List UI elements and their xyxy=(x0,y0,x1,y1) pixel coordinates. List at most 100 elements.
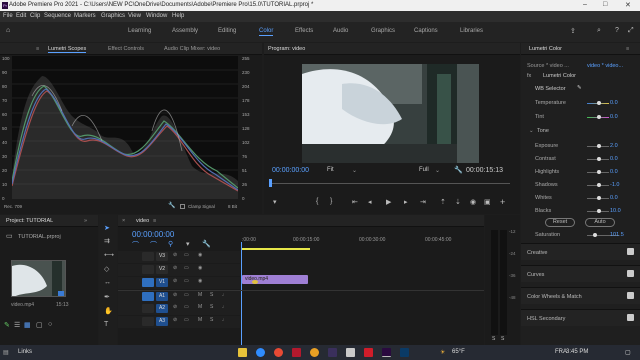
tab-sequence[interactable]: video xyxy=(136,218,149,224)
search-icon[interactable]: ⌕ xyxy=(597,27,601,35)
tab-project[interactable]: Project: TUTORIAL xyxy=(6,218,53,224)
ripple-edit-tool-icon[interactable]: ⟷ xyxy=(104,251,114,259)
workspace-editing[interactable]: Editing xyxy=(218,28,236,34)
bit-depth-select[interactable]: 8 Bit xyxy=(228,204,237,209)
solo-button[interactable]: S xyxy=(210,292,213,298)
export-frame-icon[interactable]: ◉ xyxy=(470,198,476,206)
curves-checkbox[interactable] xyxy=(627,270,634,277)
menu-graphics[interactable]: Graphics xyxy=(101,13,125,19)
wb-temperature-value[interactable]: 0.0 xyxy=(610,100,618,106)
folder-icon[interactable]: ▤ xyxy=(3,349,9,356)
source-select[interactable]: Source * video ... xyxy=(527,63,569,69)
workspace-effects[interactable]: Effects xyxy=(295,28,313,34)
sync-icon[interactable]: ▭ xyxy=(184,265,189,271)
list-view-icon[interactable]: ☰ xyxy=(14,321,20,329)
lock-icon[interactable]: ⊘ xyxy=(173,278,177,284)
step-forward-icon[interactable]: ▸ xyxy=(404,198,408,206)
tab-effect-controls[interactable]: Effect Controls xyxy=(108,46,144,52)
app-icon[interactable] xyxy=(400,348,409,357)
nest-icon[interactable]: ⌒ xyxy=(150,240,157,250)
freeform-view-icon[interactable]: ▢ xyxy=(36,321,43,329)
creative-checkbox[interactable] xyxy=(627,248,634,255)
type-tool-icon[interactable]: T xyxy=(104,321,108,328)
sequence-select[interactable]: video * video... xyxy=(587,63,623,69)
menu-file[interactable]: File xyxy=(3,13,13,19)
zoom-slider-icon[interactable]: ○ xyxy=(48,321,52,328)
pencil-icon[interactable]: ✎ xyxy=(4,321,10,329)
slip-tool-icon[interactable]: ↔ xyxy=(104,279,111,286)
tab-lumetri-color[interactable]: Lumetri Color xyxy=(529,46,562,52)
maximize-icon[interactable]: □ xyxy=(603,1,607,8)
selection-tool-icon[interactable]: ➤ xyxy=(104,224,110,232)
tone-shadows-value[interactable]: -1.0 xyxy=(610,182,619,188)
close-sequence-icon[interactable]: × xyxy=(122,218,125,224)
solo-button[interactable]: S xyxy=(210,304,213,310)
lock-icon[interactable]: ⊘ xyxy=(173,317,177,323)
section-hsl-secondary[interactable]: HSL Secondary xyxy=(521,309,640,326)
eye-icon[interactable]: ◉ xyxy=(198,265,202,271)
fit-select[interactable]: Fit xyxy=(327,167,334,173)
color-wheels-checkbox[interactable] xyxy=(627,292,634,299)
premiere-taskbar-icon[interactable] xyxy=(382,348,391,357)
menu-help[interactable]: Help xyxy=(172,13,184,19)
workspace-graphics[interactable]: Graphics xyxy=(371,28,395,34)
wrench-icon[interactable]: 🔧 xyxy=(168,202,175,209)
lock-icon[interactable]: ⊘ xyxy=(173,292,177,298)
go-to-in-icon[interactable]: ⇤ xyxy=(352,198,358,206)
track-target[interactable] xyxy=(142,292,154,301)
menu-markers[interactable]: Markers xyxy=(74,13,96,19)
notification-icon[interactable]: ▢ xyxy=(625,349,631,356)
program-timecode[interactable]: 00:00:00:00 xyxy=(272,167,309,174)
tone-chevron-icon[interactable]: ⌄ xyxy=(529,128,534,134)
snap-icon[interactable]: ⌒ xyxy=(132,240,139,250)
mute-button[interactable]: M xyxy=(198,292,202,298)
solo-left[interactable]: S xyxy=(492,336,495,342)
extract-icon[interactable]: ⇣ xyxy=(455,198,461,206)
tone-whites-value[interactable]: 0.0 xyxy=(610,195,618,201)
compare-view-icon[interactable]: ▣ xyxy=(484,198,491,206)
menu-clip[interactable]: Clip xyxy=(30,13,40,19)
menu-window[interactable]: Window xyxy=(146,13,167,19)
timeline-settings-icon[interactable]: 🔧 xyxy=(202,240,211,248)
add-marker-icon[interactable]: ▾ xyxy=(186,240,190,248)
tab-program[interactable]: Program: video xyxy=(268,46,305,52)
hand-tool-icon[interactable]: ✋ xyxy=(104,307,113,315)
reset-button[interactable]: Reset xyxy=(545,218,575,227)
sync-icon[interactable]: ▭ xyxy=(184,304,189,310)
clamp-signal-checkbox[interactable] xyxy=(180,204,185,209)
timeline-timecode[interactable]: 00:00:00:00 xyxy=(132,230,174,239)
slider-knob[interactable] xyxy=(597,144,601,148)
solo-button[interactable]: S xyxy=(210,317,213,323)
voice-icon[interactable]: ♩ xyxy=(222,292,227,298)
eyedropper-icon[interactable]: ✎ xyxy=(577,85,582,91)
chrome-icon[interactable] xyxy=(310,348,319,357)
voice-icon[interactable]: ♩ xyxy=(222,304,227,310)
tone-highlights-value[interactable]: 0.0 xyxy=(610,169,618,175)
razor-tool-icon[interactable]: ◇ xyxy=(104,265,109,273)
go-to-out-icon[interactable]: ⇥ xyxy=(420,198,426,206)
icon-view-icon[interactable]: ▦ xyxy=(24,321,31,329)
slider-knob[interactable] xyxy=(597,209,601,213)
menu-edit[interactable]: Edit xyxy=(16,13,26,19)
tab-audio-clip-mixer[interactable]: Audio Clip Mixer: video xyxy=(164,46,220,52)
workspace-libraries[interactable]: Libraries xyxy=(460,28,483,34)
quality-chevron-icon[interactable]: ⌄ xyxy=(435,167,440,174)
quality-select[interactable]: Full xyxy=(419,167,429,173)
help-icon[interactable]: ? xyxy=(615,27,619,34)
add-button-icon[interactable]: + xyxy=(500,197,505,207)
auto-button[interactable]: Auto xyxy=(585,218,615,227)
mute-button[interactable]: M xyxy=(198,317,202,323)
mute-button[interactable]: M xyxy=(198,304,202,310)
firefox-icon[interactable] xyxy=(274,348,283,357)
track-target[interactable] xyxy=(142,252,154,261)
panel-menu-icon[interactable]: ≡ xyxy=(153,218,156,224)
acrobat-icon[interactable] xyxy=(292,348,301,357)
workspace-assembly[interactable]: Assembly xyxy=(172,28,198,34)
menu-sequence[interactable]: Sequence xyxy=(44,13,71,19)
fullscreen-icon[interactable]: ⤢ xyxy=(628,27,634,35)
track-target[interactable] xyxy=(142,278,154,287)
weather-temp[interactable]: 65°F xyxy=(452,349,465,355)
tone-blacks-value[interactable]: 10.0 xyxy=(610,208,621,214)
tone-exposure-value[interactable]: 2.0 xyxy=(610,143,618,149)
lock-icon[interactable]: ⊘ xyxy=(173,304,177,310)
